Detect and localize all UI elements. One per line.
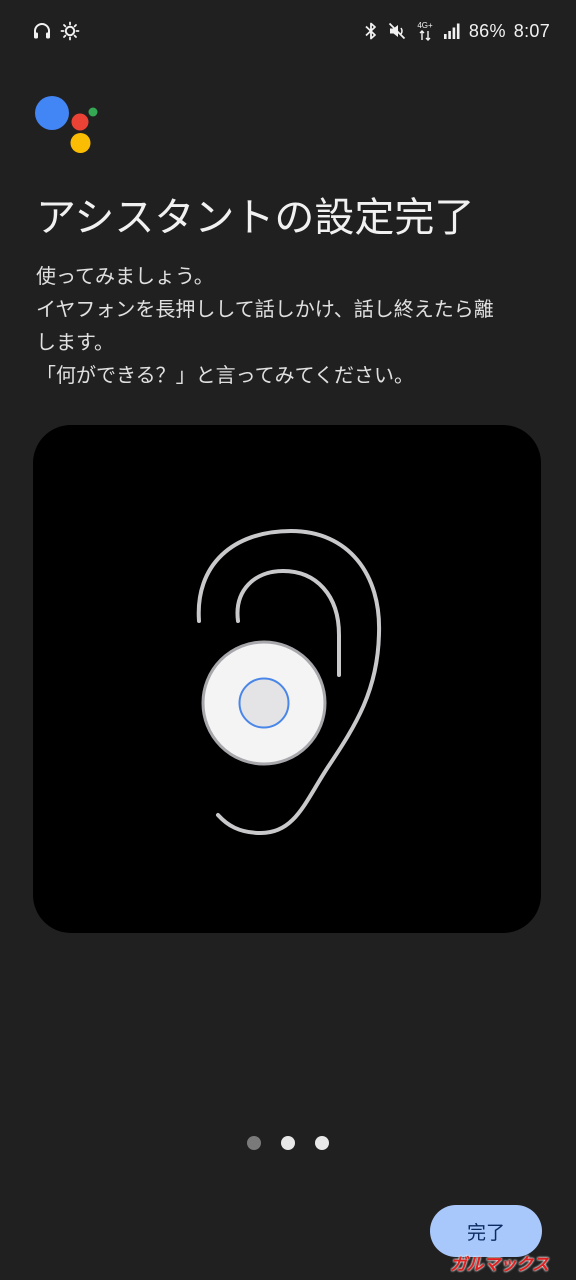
google-assistant-logo-icon (35, 96, 98, 153)
page-dot-2[interactable] (281, 1136, 295, 1150)
description-line: します。 (36, 330, 114, 354)
page-indicator (0, 1136, 576, 1156)
description-line: 使ってみましょう。 (36, 264, 214, 288)
page-dot-3[interactable] (315, 1136, 329, 1150)
brightness-icon (60, 21, 80, 41)
ear-with-earbud-icon (196, 528, 382, 836)
description-line: 「何ができる？」と言ってみてください。 (36, 363, 414, 387)
logo-green-dot (88, 107, 98, 117)
mute-icon (387, 21, 407, 41)
page-title: アシスタントの設定完了 (36, 195, 475, 241)
battery-percent: 86% (468, 20, 506, 41)
page-description: 使ってみましょう。 イヤフォンを長押しして話しかけ、話し終えたら離 します。 「… (36, 260, 536, 392)
bluetooth-icon (363, 21, 379, 41)
headphones-icon (32, 21, 52, 41)
logo-red-dot (71, 113, 89, 131)
description-line: イヤフォンを長押しして話しかけ、話し終えたら離 (36, 297, 494, 321)
page-dot-1[interactable] (247, 1136, 261, 1150)
illustration-card (33, 425, 541, 933)
watermark-logo: ガルマックス (450, 1255, 549, 1275)
network-type-label: 4G+ (417, 21, 433, 30)
logo-blue-dot (35, 96, 69, 130)
earbud-touch-button (238, 677, 290, 729)
logo-yellow-dot (70, 133, 91, 153)
4g-data-icon: 4G+ (415, 20, 435, 42)
status-bar: 4G+ 86% 8:07 (0, 0, 576, 62)
status-right: 4G+ 86% 8:07 (363, 20, 550, 42)
status-left (32, 21, 80, 41)
signal-icon (443, 22, 461, 40)
clock: 8:07 (513, 20, 550, 41)
